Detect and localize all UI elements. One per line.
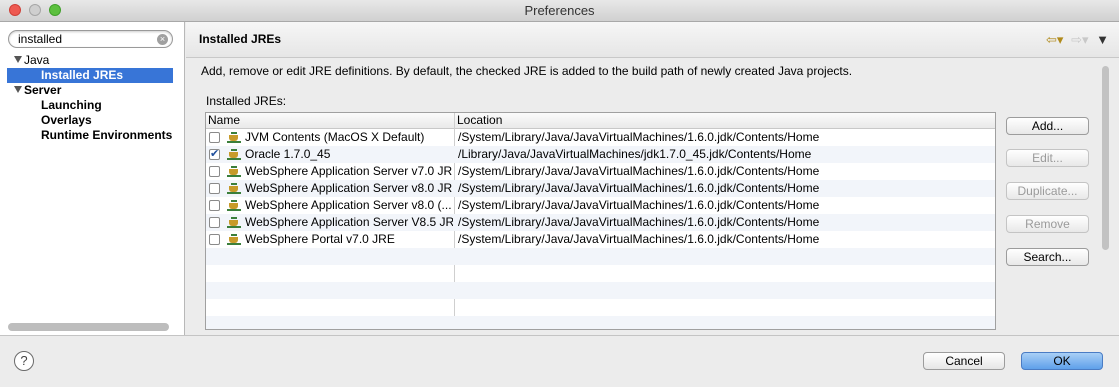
jre-location: /System/Library/Java/JavaVirtualMachines… — [458, 198, 820, 212]
empty-table-row — [206, 248, 995, 265]
search-button[interactable]: Search... — [1006, 248, 1089, 266]
tree-item-runtime-environments[interactable]: Runtime Environments — [41, 128, 172, 143]
empty-table-row — [206, 265, 995, 282]
jre-name: JVM Contents (MacOS X Default) — [245, 130, 425, 144]
jre-icon — [227, 166, 241, 177]
table-row[interactable]: WebSphere Application Server v8.0 (... /S… — [206, 197, 995, 214]
jre-name: WebSphere Application Server v8.0 JRE — [245, 181, 453, 195]
jre-checkbox[interactable] — [209, 234, 220, 245]
remove-button[interactable]: Remove — [1006, 215, 1089, 233]
window-title: Preferences — [524, 3, 595, 18]
dialog-footer: ? Cancel OK — [0, 335, 1119, 387]
tree-item-label: Launching — [41, 98, 102, 112]
tree-item-label: Java — [24, 53, 50, 67]
horizontal-scrollbar[interactable] — [8, 323, 169, 331]
tree-item-label: Overlays — [41, 113, 92, 127]
empty-table-row — [206, 299, 995, 316]
page-header: Installed JREs ⇦▾ ⇨▾ ▼ — [186, 22, 1119, 58]
expand-triangle-icon[interactable] — [14, 56, 22, 63]
installed-jres-label: Installed JREs: — [206, 94, 287, 108]
jre-name: WebSphere Application Server V8.5 JRE — [245, 215, 453, 229]
jre-checkbox[interactable] — [209, 132, 220, 143]
jre-checkbox[interactable] — [209, 146, 220, 163]
jre-icon — [227, 234, 241, 245]
jre-checkbox[interactable] — [209, 166, 220, 177]
add-button[interactable]: Add... — [1006, 117, 1089, 135]
clear-filter-icon[interactable]: × — [157, 34, 168, 45]
tree-item-server[interactable]: Server — [14, 83, 61, 98]
page-description: Add, remove or edit JRE definitions. By … — [201, 64, 853, 78]
jre-checkbox[interactable] — [209, 200, 220, 211]
jre-checkbox[interactable] — [209, 217, 220, 228]
cancel-button[interactable]: Cancel — [923, 352, 1005, 370]
jre-location: /System/Library/Java/JavaVirtualMachines… — [458, 232, 820, 246]
filter-field[interactable]: × — [8, 30, 173, 48]
empty-table-row — [206, 316, 995, 329]
tree-item-installed-jres[interactable]: Installed JREs — [7, 68, 173, 83]
tree-item-launching[interactable]: Launching — [41, 98, 102, 113]
filter-input[interactable] — [18, 32, 153, 46]
jre-icon — [227, 217, 241, 228]
jre-location: /System/Library/Java/JavaVirtualMachines… — [458, 164, 820, 178]
jre-icon — [227, 149, 241, 160]
tree-item-label: Runtime Environments — [41, 128, 173, 142]
forward-arrow-icon: ⇨▾ — [1071, 32, 1089, 47]
preferences-tree-pane: × Java Installed JREs Server Launching O… — [0, 22, 185, 335]
back-arrow-icon[interactable]: ⇦▾ — [1046, 32, 1063, 47]
table-row[interactable]: WebSphere Application Server v7.0 JRE/Sy… — [206, 163, 995, 180]
page-navigation: ⇦▾ ⇨▾ ▼ — [1042, 32, 1109, 48]
table-row[interactable]: Oracle 1.7.0_45/Library/Java/JavaVirtual… — [206, 146, 995, 163]
jre-icon — [227, 200, 241, 211]
vertical-scrollbar[interactable] — [1102, 66, 1109, 250]
duplicate-button[interactable]: Duplicate... — [1006, 182, 1089, 200]
view-menu-icon[interactable]: ▼ — [1096, 32, 1109, 47]
tree-item-java[interactable]: Java — [14, 53, 49, 68]
jre-name: WebSphere Application Server v7.0 JRE — [245, 164, 453, 178]
jre-name: WebSphere Application Server v8.0 (... — [245, 198, 452, 212]
help-icon[interactable]: ? — [14, 351, 34, 371]
jre-checkbox[interactable] — [209, 183, 220, 194]
tree-item-label: Server — [24, 83, 62, 97]
expand-triangle-icon[interactable] — [14, 86, 22, 93]
tree-item-overlays[interactable]: Overlays — [41, 113, 92, 128]
jre-name: WebSphere Portal v7.0 JRE — [245, 232, 395, 246]
table-row[interactable]: WebSphere Portal v7.0 JRE/System/Library… — [206, 231, 995, 248]
jre-icon — [227, 183, 241, 194]
table-row[interactable]: WebSphere Application Server v8.0 JRE/Sy… — [206, 180, 995, 197]
table-row[interactable]: WebSphere Application Server V8.5 JRE/Sy… — [206, 214, 995, 231]
edit-button[interactable]: Edit... — [1006, 149, 1089, 167]
page-title: Installed JREs — [199, 32, 282, 46]
tree-item-label: Installed JREs — [41, 68, 124, 82]
installed-jres-page: Add, remove or edit JRE definitions. By … — [186, 58, 1119, 335]
column-header-location[interactable]: Location — [457, 113, 502, 128]
table-row[interactable]: JVM Contents (MacOS X Default) /System/Li… — [206, 129, 995, 146]
title-bar: Preferences — [0, 0, 1119, 22]
jre-location: /System/Library/Java/JavaVirtualMachines… — [458, 130, 820, 144]
ok-button[interactable]: OK — [1021, 352, 1103, 370]
column-header-name[interactable]: Name — [208, 113, 240, 128]
empty-table-row — [206, 282, 995, 299]
jre-name: Oracle 1.7.0_45 — [245, 147, 331, 161]
jre-location: /System/Library/Java/JavaVirtualMachines… — [458, 215, 820, 229]
jre-location: /Library/Java/JavaVirtualMachines/jdk1.7… — [458, 147, 812, 161]
jre-icon — [227, 132, 241, 143]
jre-table[interactable]: Name Location JVM Contents (MacOS X Defa… — [205, 112, 996, 330]
jre-location: /System/Library/Java/JavaVirtualMachines… — [458, 181, 820, 195]
table-header: Name Location — [206, 113, 995, 129]
